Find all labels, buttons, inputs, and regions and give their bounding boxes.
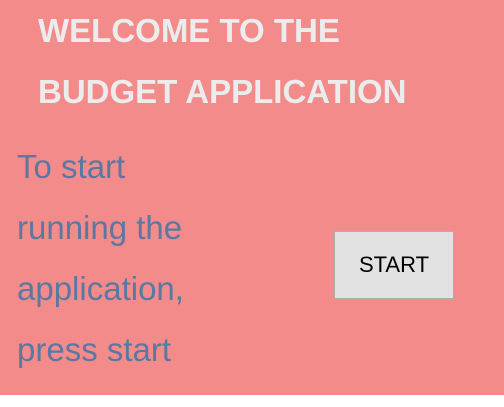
- start-button[interactable]: START: [334, 231, 454, 299]
- instructions-line-4: press start: [17, 331, 172, 368]
- instructions-line-2: running the: [17, 209, 183, 246]
- instructions-text: To start running the application, press …: [17, 136, 317, 380]
- welcome-title-line-2: BUDGET APPLICATION: [38, 73, 407, 110]
- welcome-window: WELCOME TO THE BUDGET APPLICATION To sta…: [0, 0, 504, 407]
- instructions-line-3: application,: [17, 270, 184, 307]
- welcome-title-line-1: WELCOME TO THE: [38, 12, 340, 49]
- bottom-edge: [0, 395, 504, 407]
- instructions-line-1: To start: [17, 148, 126, 185]
